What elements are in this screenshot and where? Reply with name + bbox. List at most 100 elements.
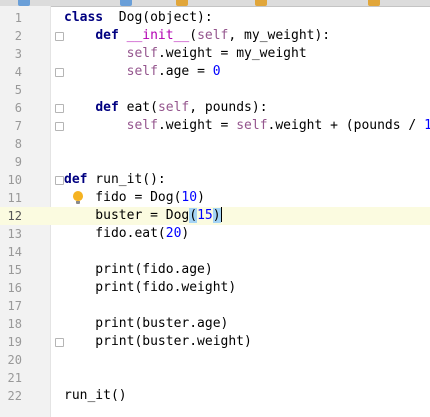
code-token: print(fido.age) — [64, 262, 213, 277]
code-token: ( — [189, 28, 198, 43]
code-lines[interactable]: 1 class Dog(object): 2 def __init__(self, … — [0, 9, 430, 405]
line-number: 22 — [7, 389, 22, 403]
code-text[interactable]: run_it() — [64, 387, 127, 405]
line-number: 4 — [14, 65, 22, 79]
code-token: print(buster.weight) — [64, 334, 252, 349]
code-line[interactable]: 5 — [0, 81, 430, 99]
code-line[interactable]: 10 def run_it(): — [0, 171, 430, 189]
code-line[interactable]: 9 — [0, 153, 430, 171]
fold-marker-icon[interactable] — [55, 338, 64, 347]
code-token: 0 — [212, 64, 221, 79]
code-line[interactable]: 8 — [0, 135, 430, 153]
code-token: self — [126, 46, 158, 61]
file-icon[interactable] — [255, 0, 267, 6]
line-number: 15 — [7, 263, 22, 277]
code-line[interactable]: 12 buster = Dog(15) — [0, 207, 430, 225]
code-line[interactable]: 6 def eat(self, pounds): — [0, 99, 430, 117]
line-number: 18 — [7, 317, 22, 331]
code-token: ) — [212, 208, 221, 223]
code-token: def — [95, 100, 119, 115]
line-number: 13 — [7, 227, 22, 241]
code-text[interactable]: def __init__(self, my_weight): — [64, 27, 330, 45]
code-token: 10 — [424, 118, 430, 133]
code-text[interactable]: print(fido.age) — [64, 261, 213, 279]
code-line[interactable]: 7 self.weight = self.weight + (pounds / … — [0, 117, 430, 135]
file-icon[interactable] — [368, 0, 380, 6]
line-number: 14 — [7, 245, 22, 259]
code-line[interactable]: 16 print(fido.weight) — [0, 279, 430, 297]
code-token: 15 — [197, 208, 213, 223]
line-number: 5 — [14, 83, 22, 97]
code-line[interactable]: 19 print(buster.weight) — [0, 333, 430, 351]
code-token: def — [95, 28, 119, 43]
code-line[interactable]: 13 fido.eat(20) — [0, 225, 430, 243]
code-token: self — [157, 100, 190, 115]
code-text[interactable]: fido = Dog(10) — [64, 189, 205, 207]
code-text[interactable]: print(fido.weight) — [64, 279, 236, 297]
code-text[interactable]: self.age = 0 — [64, 63, 221, 81]
code-line[interactable]: 1 class Dog(object): — [0, 9, 430, 27]
code-token: print(buster.age) — [64, 316, 229, 331]
code-token: ) — [197, 190, 205, 205]
code-text[interactable]: class Dog(object): — [64, 9, 213, 27]
code-token: self — [236, 118, 268, 133]
code-text[interactable]: print(buster.age) — [64, 315, 228, 333]
code-line[interactable]: 14 — [0, 243, 430, 261]
line-number: 2 — [14, 29, 22, 43]
code-text[interactable]: print(buster.weight) — [64, 333, 252, 351]
code-line[interactable]: 4 self.age = 0 — [0, 63, 430, 81]
line-number: 1 — [14, 11, 22, 25]
code-token: ( — [189, 208, 198, 223]
code-editor[interactable]: 1 class Dog(object): 2 def __init__(self, … — [0, 0, 430, 417]
code-token: .age = — [157, 64, 213, 79]
code-token: print(fido.weight) — [64, 280, 237, 295]
code-line[interactable]: 22 run_it() — [0, 387, 430, 405]
code-token: def — [64, 172, 88, 187]
code-text[interactable]: self.weight = self.weight + (pounds / 10… — [64, 117, 430, 135]
fold-marker-icon[interactable] — [55, 176, 64, 185]
file-icon[interactable] — [120, 0, 132, 6]
fold-marker-icon[interactable] — [55, 68, 64, 77]
line-number: 11 — [7, 191, 22, 205]
code-line[interactable]: 11 fido = Dog(10) — [0, 189, 430, 207]
code-line[interactable]: 18 print(buster.age) — [0, 315, 430, 333]
code-line[interactable]: 2 def __init__(self, my_weight): — [0, 27, 430, 45]
code-line[interactable]: 20 — [0, 351, 430, 369]
line-number: 8 — [14, 137, 22, 151]
code-token: .weight = — [157, 118, 237, 133]
code-line[interactable]: 3 self.weight = my_weight — [0, 45, 430, 63]
code-line[interactable]: 17 — [0, 297, 430, 315]
code-text[interactable]: def eat(self, pounds): — [64, 99, 267, 117]
code-token: self — [126, 118, 158, 133]
fold-marker-icon[interactable] — [55, 104, 64, 113]
code-token: .weight + (pounds / — [267, 118, 425, 133]
code-token: ) — [181, 226, 190, 241]
code-text[interactable]: fido.eat(20) — [64, 225, 189, 243]
line-number: 12 — [7, 209, 22, 223]
code-token: 20 — [165, 226, 182, 241]
fold-marker-icon[interactable] — [55, 32, 64, 41]
code-token: 10 — [181, 190, 198, 205]
editor-tab-strip[interactable] — [0, 0, 430, 7]
code-token: fido = Dog( — [64, 190, 182, 205]
line-number: 6 — [14, 101, 22, 115]
code-line[interactable]: 21 — [0, 369, 430, 387]
code-token: class — [64, 10, 104, 25]
code-text[interactable]: def run_it(): — [64, 171, 166, 189]
code-text[interactable]: buster = Dog(15) — [64, 207, 222, 225]
code-token: __init__ — [126, 28, 190, 43]
fold-marker-icon[interactable] — [55, 122, 64, 131]
line-number: 9 — [14, 155, 22, 169]
file-icon[interactable] — [176, 0, 188, 6]
code-line[interactable]: 15 print(fido.age) — [0, 261, 430, 279]
line-number: 20 — [7, 353, 22, 367]
code-token: eat( — [118, 100, 158, 115]
code-token: self — [197, 28, 229, 43]
line-number: 19 — [7, 335, 22, 349]
code-token: fido.eat( — [64, 226, 166, 241]
code-token: self — [126, 64, 158, 79]
code-text[interactable]: self.weight = my_weight — [64, 45, 307, 63]
